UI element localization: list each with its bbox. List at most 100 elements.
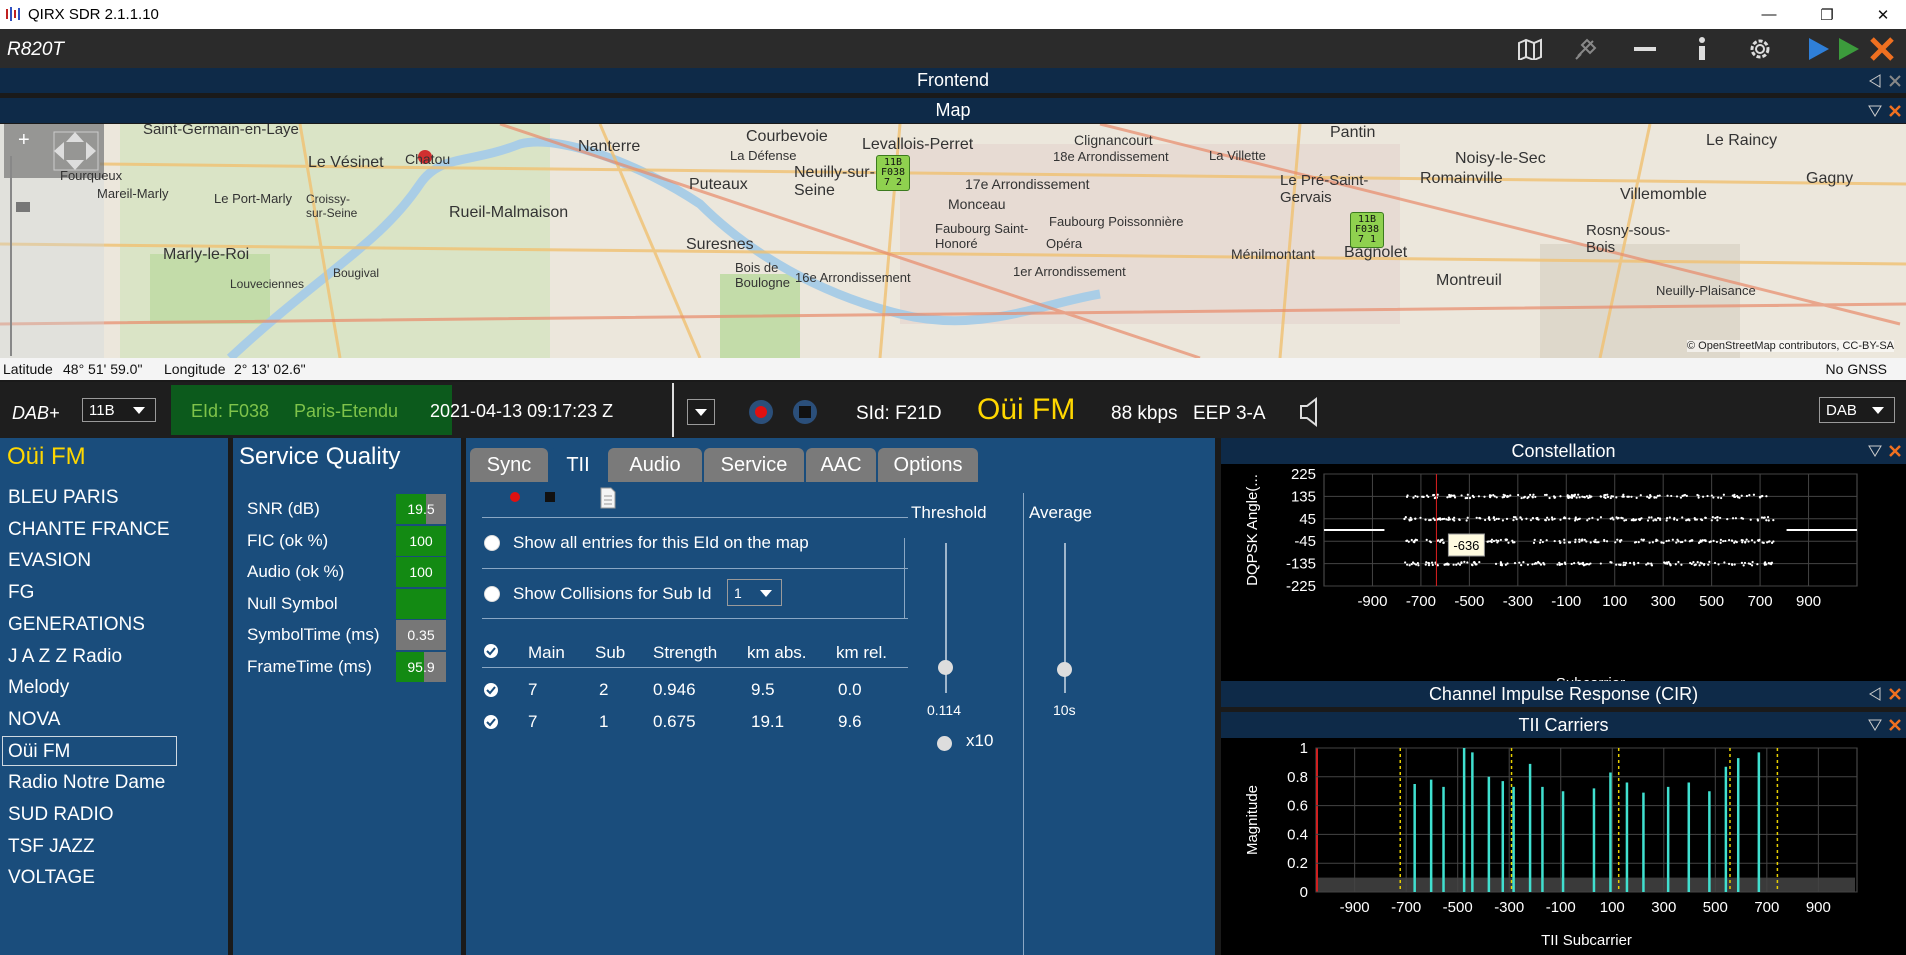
cursor-tooltip-text: -636 — [1453, 538, 1479, 553]
sid-label: SId: F21D — [856, 403, 942, 424]
collapse-icon[interactable] — [1868, 104, 1882, 118]
service-list-item[interactable]: J A Z Z Radio — [8, 646, 122, 668]
column-header[interactable]: Sub — [595, 643, 625, 663]
settings-gear-icon[interactable] — [1742, 33, 1778, 65]
close-panel-icon[interactable] — [1888, 444, 1902, 458]
transmitter-marker[interactable]: 11B F038 7 2 — [876, 155, 910, 191]
constellation-point — [1660, 541, 1663, 544]
expand-icon[interactable] — [1868, 686, 1882, 701]
service-list-item[interactable]: Radio Notre Dame — [8, 772, 165, 794]
tab-tii[interactable]: TII — [550, 448, 606, 482]
column-header[interactable]: km rel. — [836, 643, 887, 663]
stop-icon[interactable] — [543, 490, 557, 504]
record-icon[interactable] — [508, 490, 522, 504]
constellation-point — [1585, 495, 1589, 498]
y-tick-label: -225 — [1286, 578, 1316, 595]
collapse-icon[interactable] — [1868, 444, 1882, 458]
column-header[interactable]: Main — [528, 643, 565, 663]
record-icon[interactable] — [748, 399, 774, 425]
tii-carriers-header[interactable]: TII Carriers — [1221, 712, 1906, 738]
y-tick-label: -135 — [1286, 556, 1316, 573]
service-list-item[interactable]: GENERATIONS — [8, 614, 145, 636]
close-panel-icon[interactable] — [1888, 687, 1902, 701]
threshold-slider-handle[interactable] — [938, 660, 953, 675]
service-list-item[interactable]: BLEU PARIS — [8, 487, 119, 509]
info-icon[interactable] — [1684, 33, 1720, 65]
map-view[interactable]: + Saint-Germain-en-Laye Le Vésinet Chato… — [0, 124, 1906, 358]
satellite-icon[interactable] — [1568, 33, 1604, 65]
constellation-point — [1403, 517, 1406, 521]
constellation-point — [1448, 493, 1451, 497]
service-dropdown[interactable] — [687, 399, 715, 425]
constellation-point — [1515, 518, 1518, 521]
constellation-point — [1513, 562, 1517, 565]
tab-options[interactable]: Options — [878, 448, 978, 482]
expand-icon[interactable] — [1868, 73, 1882, 88]
service-list-item[interactable]: Melody — [8, 677, 69, 699]
constellation-point — [1756, 519, 1760, 522]
frontend-panel-header[interactable]: Frontend — [0, 68, 1906, 93]
sub-id-select[interactable]: 1 — [727, 579, 782, 606]
constellation-point — [1464, 497, 1467, 500]
tab-service[interactable]: Service — [704, 448, 804, 482]
constellation-point — [1663, 561, 1666, 564]
map-attribution[interactable]: © OpenStreetMap contributors, CC-BY-SA — [1686, 340, 1894, 352]
row-checked-icon[interactable] — [483, 682, 499, 698]
check-all-icon[interactable] — [483, 643, 499, 659]
collapse-icon[interactable] — [1868, 718, 1882, 732]
map-zoom-slider[interactable] — [10, 156, 30, 356]
service-list-item[interactable]: Oüi FM — [8, 741, 70, 763]
column-header[interactable]: Strength — [653, 643, 717, 663]
show-collisions-radio[interactable] — [484, 586, 500, 602]
map-label: Opéra — [1046, 236, 1083, 251]
map-panel-header[interactable]: Map — [0, 98, 1906, 123]
close-window-button[interactable]: ✕ — [1860, 0, 1906, 29]
document-icon[interactable] — [599, 487, 617, 509]
map-icon[interactable] — [1512, 33, 1548, 65]
tab-aac[interactable]: AAC — [806, 448, 876, 482]
transmitter-marker[interactable]: 11B F038 7 1 — [1350, 212, 1384, 248]
service-list-item[interactable]: SUD RADIO — [8, 804, 114, 826]
chevron-down-icon — [760, 590, 772, 597]
service-list-item[interactable]: EVASION — [8, 550, 91, 572]
stop-close-icon[interactable] — [1864, 33, 1900, 65]
channel-select[interactable]: 11B — [82, 398, 156, 422]
close-panel-icon[interactable] — [1888, 74, 1902, 88]
constellation-point — [1495, 496, 1498, 499]
constellation-point — [1567, 496, 1570, 499]
constellation-header[interactable]: Constellation — [1221, 438, 1906, 464]
constellation-point — [1487, 540, 1490, 543]
column-header[interactable]: km abs. — [747, 643, 807, 663]
show-all-radio[interactable] — [484, 535, 500, 551]
constellation-point — [1428, 519, 1431, 522]
constellation-point — [1473, 560, 1476, 564]
band-select[interactable]: DAB — [1819, 397, 1895, 423]
constellation-point — [1563, 538, 1566, 541]
x10-radio[interactable] — [937, 736, 952, 751]
map-label: Ménilmontant — [1231, 246, 1316, 262]
constellation-point — [1647, 562, 1650, 565]
minimize-panels-icon[interactable] — [1627, 33, 1663, 65]
row-checked-icon[interactable] — [483, 714, 499, 730]
service-list-item[interactable]: NOVA — [8, 709, 60, 731]
stop-icon[interactable] — [792, 399, 818, 425]
restore-button[interactable]: ❐ — [1804, 0, 1850, 29]
minimize-button[interactable]: — — [1746, 0, 1792, 29]
service-list-item[interactable]: TSF JAZZ — [8, 836, 95, 858]
tab-sync[interactable]: Sync — [470, 448, 548, 482]
constellation-point — [1451, 518, 1454, 521]
service-list-item[interactable]: VOLTAGE — [8, 867, 95, 889]
close-panel-icon[interactable] — [1888, 718, 1902, 732]
constellation-point — [1722, 540, 1725, 543]
cir-header[interactable]: Channel Impulse Response (CIR) — [1221, 681, 1906, 707]
average-slider-handle[interactable] — [1057, 662, 1072, 677]
close-panel-icon[interactable] — [1888, 104, 1902, 118]
play-green-icon[interactable] — [1830, 33, 1866, 65]
tab-audio[interactable]: Audio — [608, 448, 702, 482]
constellation-point — [1466, 516, 1469, 519]
constellation-point — [1763, 563, 1767, 566]
service-list-item[interactable]: FG — [8, 582, 34, 604]
service-list-item[interactable]: CHANTE FRANCE — [8, 519, 170, 541]
constellation-point — [1531, 516, 1535, 520]
speaker-icon[interactable] — [1298, 396, 1326, 428]
